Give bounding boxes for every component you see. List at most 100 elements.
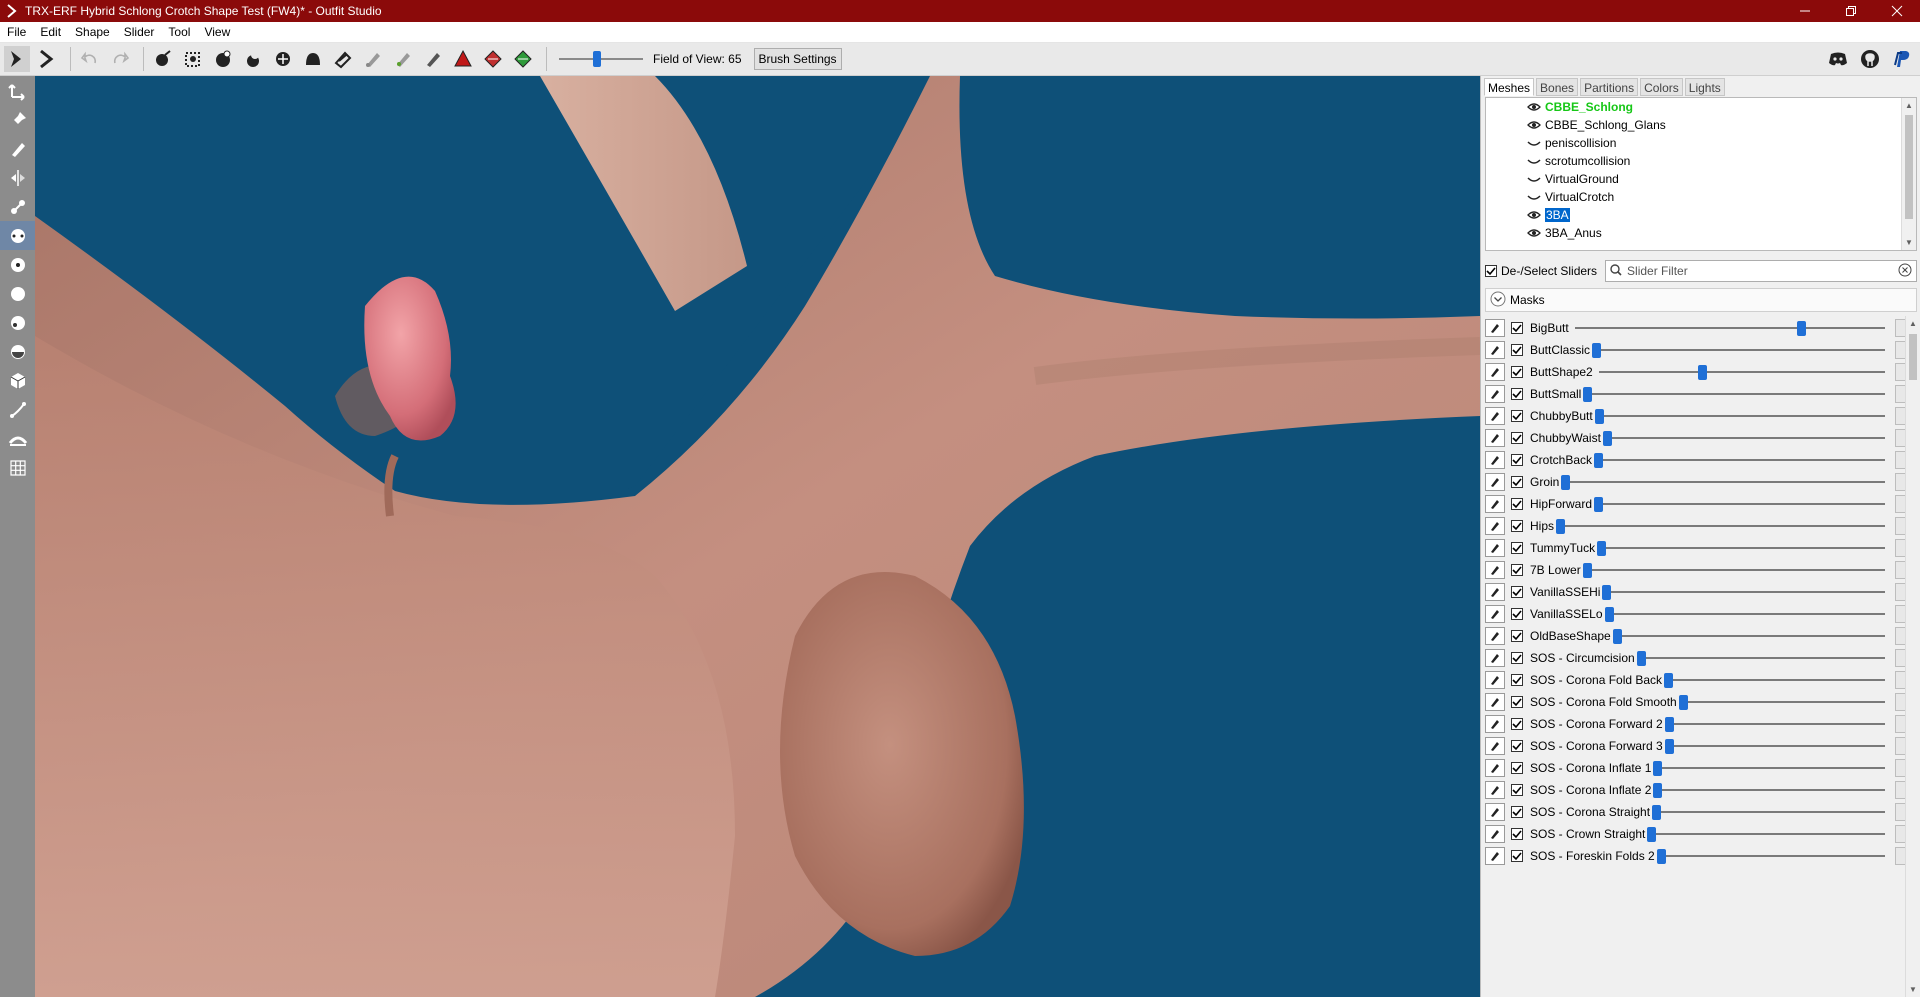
edit-slider-icon[interactable] bbox=[1485, 671, 1505, 689]
slider-thumb[interactable] bbox=[1597, 541, 1607, 556]
slider-track[interactable] bbox=[1656, 845, 1885, 867]
grid-tool-icon[interactable] bbox=[0, 453, 35, 482]
slider-list-scrollbar[interactable]: ▲ ▼ bbox=[1905, 316, 1920, 997]
face-select-icon[interactable] bbox=[0, 308, 35, 337]
deflate-brush-icon[interactable] bbox=[240, 46, 266, 72]
smooth-brush-icon[interactable] bbox=[300, 46, 326, 72]
3d-viewport[interactable] bbox=[35, 76, 1480, 997]
slider-thumb[interactable] bbox=[1664, 739, 1674, 754]
edit-slider-icon[interactable] bbox=[1485, 649, 1505, 667]
undo-icon[interactable] bbox=[77, 46, 103, 72]
slider-thumb[interactable] bbox=[1656, 849, 1666, 864]
github-icon[interactable] bbox=[1858, 47, 1882, 71]
edit-slider-icon[interactable] bbox=[1485, 715, 1505, 733]
scrollbar-thumb[interactable] bbox=[1909, 334, 1917, 380]
discord-icon[interactable] bbox=[1826, 47, 1850, 71]
edit-slider-icon[interactable] bbox=[1485, 847, 1505, 865]
mesh-item[interactable]: CBBE_Schlong_Glans bbox=[1486, 116, 1916, 134]
scrollbar-thumb[interactable] bbox=[1905, 115, 1913, 219]
slider-track[interactable] bbox=[1664, 669, 1885, 691]
slider-thumb[interactable] bbox=[1561, 475, 1571, 490]
slider-checkbox[interactable] bbox=[1511, 652, 1523, 664]
slider-thumb[interactable] bbox=[1594, 409, 1604, 424]
edit-slider-icon[interactable] bbox=[1485, 473, 1505, 491]
slider-track[interactable] bbox=[1582, 559, 1885, 581]
close-icon[interactable] bbox=[1874, 0, 1920, 22]
slider-checkbox[interactable] bbox=[1511, 322, 1523, 334]
slider-checkbox[interactable] bbox=[1511, 674, 1523, 686]
brush-tool-icon[interactable] bbox=[0, 134, 35, 163]
slider-track[interactable] bbox=[1597, 537, 1885, 559]
edit-slider-icon[interactable] bbox=[1485, 539, 1505, 557]
slider-track[interactable] bbox=[1602, 581, 1885, 603]
menu-tool[interactable]: Tool bbox=[161, 22, 197, 43]
bridge-tool-icon[interactable] bbox=[0, 424, 35, 453]
edit-slider-icon[interactable] bbox=[1485, 825, 1505, 843]
slider-track[interactable] bbox=[1594, 493, 1885, 515]
slider-thumb[interactable] bbox=[1636, 651, 1646, 666]
edit-slider-icon[interactable] bbox=[1485, 561, 1505, 579]
scroll-up-icon[interactable]: ▲ bbox=[1906, 316, 1920, 331]
slider-checkbox[interactable] bbox=[1511, 542, 1523, 554]
slider-track[interactable] bbox=[1561, 471, 1885, 493]
slider-thumb[interactable] bbox=[1582, 563, 1592, 578]
slider-filter-box[interactable] bbox=[1605, 260, 1917, 282]
slider-checkbox[interactable] bbox=[1511, 410, 1523, 422]
slider-thumb[interactable] bbox=[1652, 805, 1662, 820]
slider-track[interactable] bbox=[1653, 779, 1885, 801]
slider-track[interactable] bbox=[1594, 449, 1885, 471]
mesh-item[interactable]: VirtualCrotch bbox=[1486, 188, 1916, 206]
paypal-icon[interactable] bbox=[1890, 47, 1914, 71]
slider-checkbox[interactable] bbox=[1511, 762, 1523, 774]
edit-slider-icon[interactable] bbox=[1485, 407, 1505, 425]
weight-brush-icon[interactable] bbox=[360, 46, 386, 72]
slider-checkbox[interactable] bbox=[1511, 586, 1523, 598]
edit-slider-icon[interactable] bbox=[1485, 451, 1505, 469]
slider-checkbox[interactable] bbox=[1511, 432, 1523, 444]
edit-slider-icon[interactable] bbox=[1485, 627, 1505, 645]
slider-track[interactable] bbox=[1583, 383, 1885, 405]
slider-thumb[interactable] bbox=[1594, 453, 1604, 468]
slider-track[interactable] bbox=[1556, 515, 1885, 537]
slider-track[interactable] bbox=[1604, 603, 1885, 625]
edit-slider-icon[interactable] bbox=[1485, 605, 1505, 623]
slider-track[interactable] bbox=[1598, 361, 1885, 383]
connected-tool-icon[interactable] bbox=[0, 192, 35, 221]
eye-icon[interactable] bbox=[1526, 226, 1542, 240]
menu-view[interactable]: View bbox=[197, 22, 237, 43]
slider-track[interactable] bbox=[1602, 427, 1885, 449]
deselect-sliders-checkbox[interactable] bbox=[1485, 265, 1497, 277]
brush-settings-button[interactable]: Brush Settings bbox=[753, 48, 842, 70]
sphere-select-icon[interactable] bbox=[0, 279, 35, 308]
slider-thumb[interactable] bbox=[1653, 761, 1663, 776]
masks-section[interactable]: Masks bbox=[1485, 288, 1917, 312]
select-mode-icon[interactable] bbox=[4, 46, 30, 72]
slider-thumb[interactable] bbox=[1583, 387, 1593, 402]
mesh-item[interactable]: 3BA bbox=[1486, 206, 1916, 224]
edge-select-icon[interactable] bbox=[0, 337, 35, 366]
edit-slider-icon[interactable] bbox=[1485, 693, 1505, 711]
eye-icon[interactable] bbox=[1526, 208, 1542, 222]
slider-checkbox[interactable] bbox=[1511, 696, 1523, 708]
collapse-vertex-icon[interactable] bbox=[480, 46, 506, 72]
slider-thumb[interactable] bbox=[1678, 695, 1688, 710]
menu-slider[interactable]: Slider bbox=[117, 22, 162, 43]
slider-thumb[interactable] bbox=[1653, 783, 1663, 798]
slider-thumb[interactable] bbox=[1697, 365, 1707, 380]
edit-slider-icon[interactable] bbox=[1485, 319, 1505, 337]
edit-slider-icon[interactable] bbox=[1485, 517, 1505, 535]
slider-track[interactable] bbox=[1592, 339, 1885, 361]
slider-track[interactable] bbox=[1647, 823, 1885, 845]
slider-thumb[interactable] bbox=[593, 51, 601, 67]
scroll-up-icon[interactable]: ▲ bbox=[1902, 98, 1916, 113]
mask-brush-icon[interactable] bbox=[180, 46, 206, 72]
slider-track[interactable] bbox=[1594, 405, 1885, 427]
translate-tool-icon[interactable] bbox=[0, 76, 35, 105]
slider-thumb[interactable] bbox=[1556, 519, 1566, 534]
slider-checkbox[interactable] bbox=[1511, 828, 1523, 840]
slider-thumb[interactable] bbox=[1602, 585, 1612, 600]
redo-icon[interactable] bbox=[107, 46, 133, 72]
slider-track[interactable] bbox=[1652, 801, 1885, 823]
slider-thumb[interactable] bbox=[1604, 607, 1614, 622]
segment-tool-icon[interactable] bbox=[0, 395, 35, 424]
